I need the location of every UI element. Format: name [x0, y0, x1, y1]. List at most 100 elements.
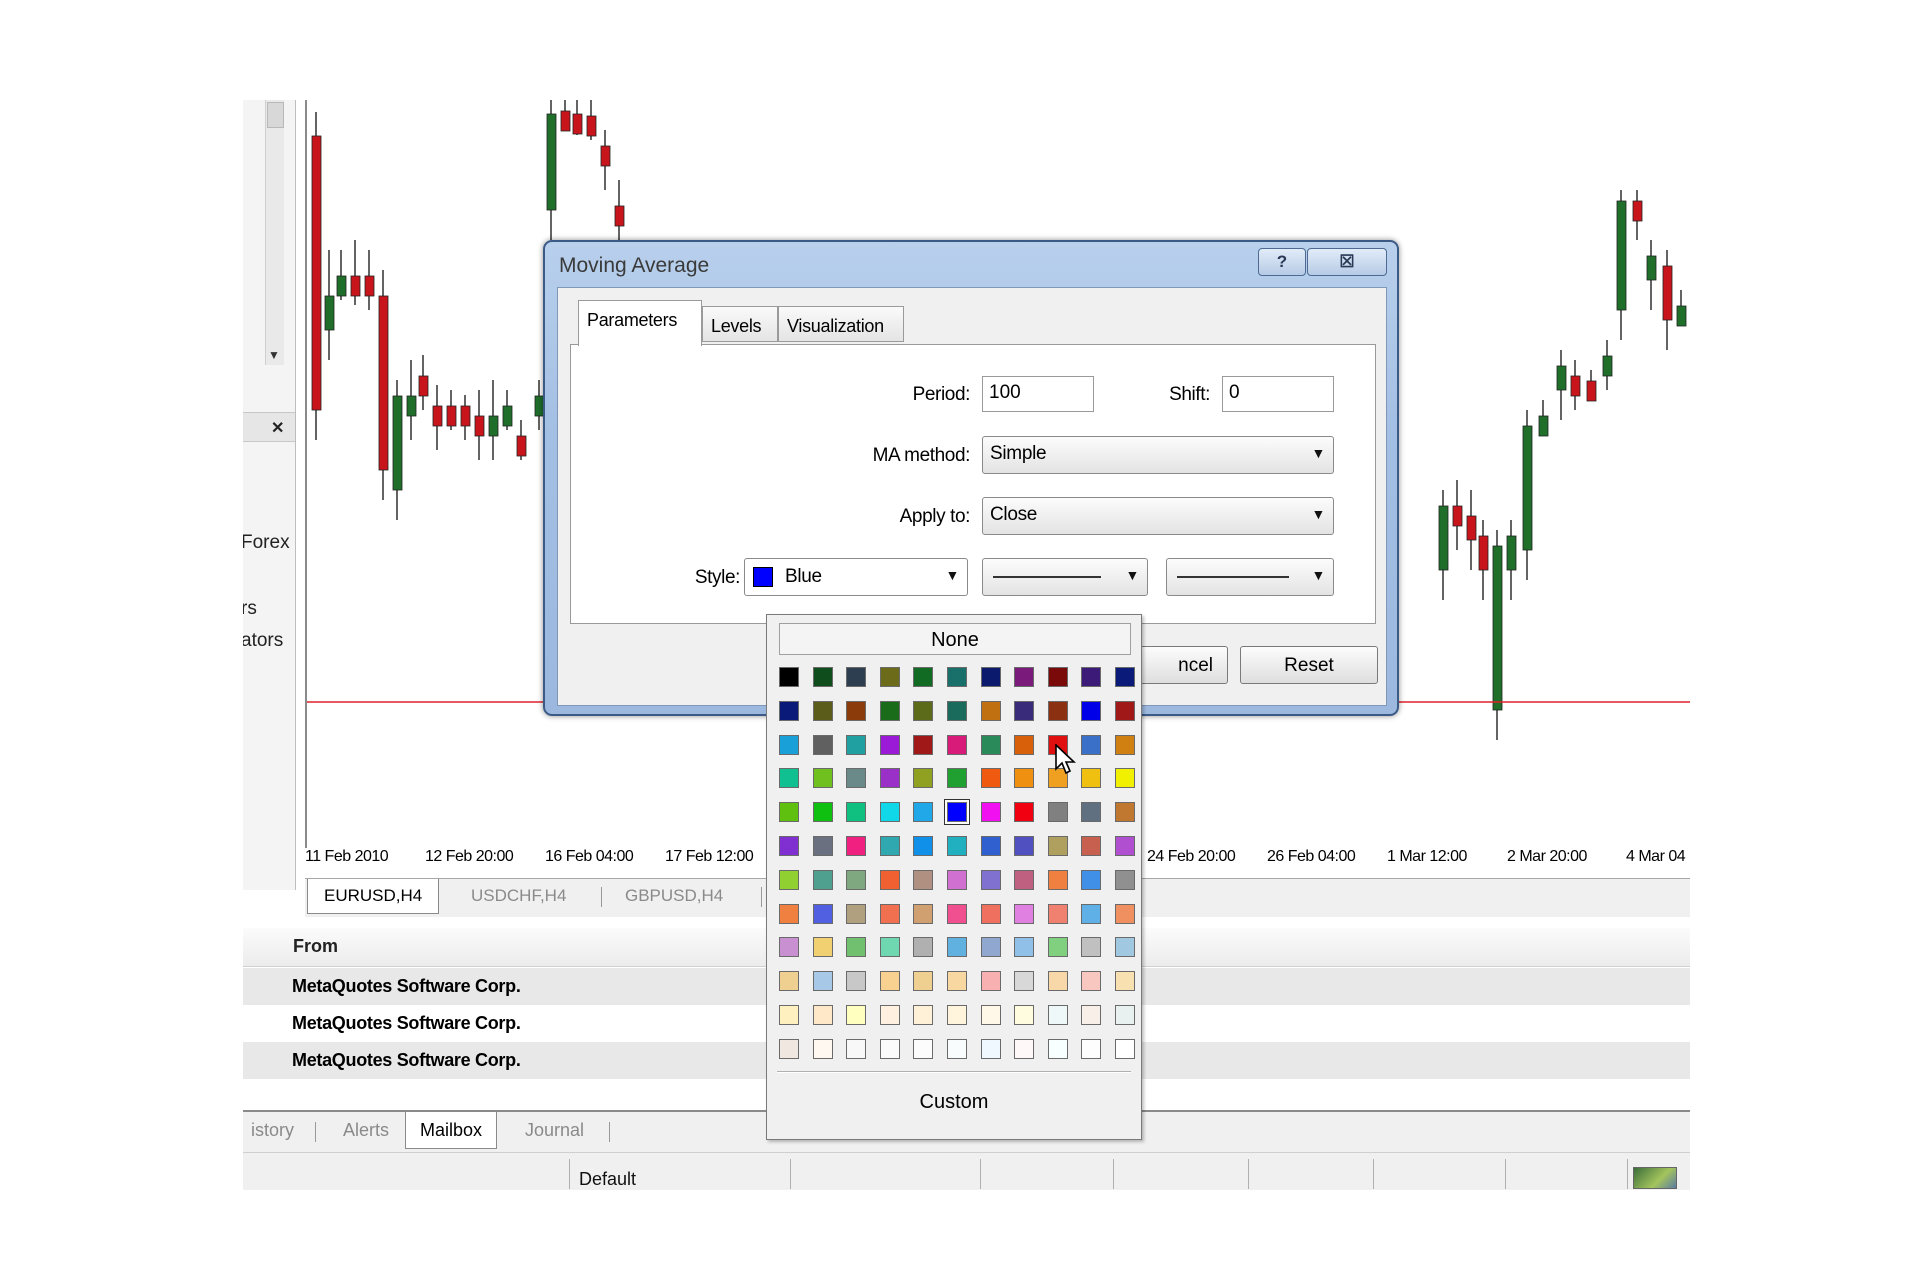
color-swatch-cell[interactable] [779, 971, 799, 992]
color-swatch-cell[interactable] [1081, 1038, 1102, 1059]
color-swatch-cell[interactable] [980, 700, 1001, 721]
color-swatch-cell[interactable] [913, 667, 934, 687]
color-swatch-cell[interactable] [913, 700, 934, 721]
color-swatch-cell[interactable] [846, 836, 867, 856]
color-swatch-cell[interactable] [779, 768, 799, 789]
color-swatch-cell[interactable] [779, 869, 799, 890]
apply-to-select[interactable]: Close ▼ [982, 497, 1334, 535]
color-swatch-cell[interactable] [1014, 971, 1035, 992]
color-swatch-cell[interactable] [812, 1038, 833, 1059]
color-swatch-cell[interactable] [846, 903, 867, 924]
color-swatch-cell[interactable] [947, 971, 967, 992]
color-swatch-cell[interactable] [846, 869, 867, 890]
color-swatch-cell[interactable] [1047, 1038, 1068, 1059]
tab-usdchf-h4[interactable]: USDCHF,H4 [455, 879, 582, 913]
color-swatch-cell[interactable] [879, 937, 900, 958]
color-swatch-cell[interactable] [1014, 836, 1035, 856]
color-swatch-cell[interactable] [1014, 1005, 1035, 1025]
color-swatch-cell[interactable] [947, 700, 967, 721]
color-swatch-cell[interactable] [1014, 734, 1035, 755]
color-swatch-cell[interactable] [1081, 836, 1102, 856]
tab-visualization[interactable]: Visualization [778, 306, 904, 342]
color-swatch-cell[interactable] [1047, 836, 1068, 856]
color-swatch-cell[interactable] [980, 667, 1001, 687]
color-swatch-cell[interactable] [913, 1005, 934, 1025]
color-swatch-cell[interactable] [1115, 700, 1135, 721]
color-swatch-cell[interactable] [812, 869, 833, 890]
color-swatch-cell[interactable] [1014, 802, 1035, 823]
custom-color-button[interactable]: Custom [767, 1091, 1141, 1114]
color-swatch-cell[interactable] [947, 734, 967, 755]
color-swatch-cell[interactable] [846, 768, 867, 789]
color-swatch-cell[interactable] [879, 802, 900, 823]
color-swatch-cell[interactable] [980, 1005, 1001, 1025]
color-swatch-cell[interactable] [812, 1005, 833, 1025]
color-swatch-cell[interactable] [1081, 1005, 1102, 1025]
color-swatch-cell[interactable] [913, 903, 934, 924]
color-swatch-cell[interactable] [812, 768, 833, 789]
tab-alerts[interactable]: Alerts [329, 1112, 403, 1148]
color-swatch-cell[interactable] [1014, 937, 1035, 958]
color-swatch-cell[interactable] [846, 667, 867, 687]
color-swatch-cell[interactable] [779, 802, 799, 823]
color-swatch-cell[interactable] [1115, 1038, 1135, 1059]
color-swatch-cell[interactable] [947, 869, 967, 890]
color-swatch-cell[interactable] [779, 836, 799, 856]
color-swatch-cell[interactable] [947, 667, 967, 687]
tab-history[interactable]: istory [243, 1112, 308, 1148]
color-swatch-cell[interactable] [1047, 700, 1068, 721]
color-swatch-cell[interactable] [1014, 869, 1035, 890]
color-swatch-cell[interactable] [812, 700, 833, 721]
color-swatch-cell[interactable] [1081, 768, 1102, 789]
close-icon[interactable]: ✕ [271, 418, 284, 438]
color-swatch-cell[interactable] [879, 667, 900, 687]
tab-eurusd-h4[interactable]: EURUSD,H4 [307, 879, 440, 914]
color-swatch-cell[interactable] [980, 971, 1001, 992]
color-swatch-cell[interactable] [1115, 768, 1135, 789]
color-swatch-cell[interactable] [1014, 700, 1035, 721]
color-swatch-cell[interactable] [980, 768, 1001, 789]
connection-status-icon[interactable] [1633, 1167, 1677, 1189]
color-swatch-cell[interactable] [913, 937, 934, 958]
period-input[interactable]: 100 [982, 376, 1094, 412]
style-color-select[interactable]: Blue ▼ [744, 558, 968, 596]
tab-gbpusd-h4[interactable]: GBPUSD,H4 [609, 879, 739, 913]
color-swatch-cell[interactable] [812, 937, 833, 958]
color-swatch-cell[interactable] [1115, 836, 1135, 856]
color-swatch-cell[interactable] [879, 768, 900, 789]
line-width-select[interactable]: ▼ [1166, 558, 1334, 596]
color-swatch-cell[interactable] [947, 768, 967, 789]
close-button[interactable]: ☒ [1307, 248, 1387, 276]
color-swatch-cell[interactable] [913, 734, 934, 755]
color-swatch-cell[interactable] [879, 734, 900, 755]
color-swatch-cell[interactable] [1081, 971, 1102, 992]
tab-journal[interactable]: Journal [511, 1112, 598, 1148]
color-swatch-cell[interactable] [1115, 802, 1135, 823]
color-swatch-cell[interactable] [1115, 971, 1135, 992]
scrollbar-thumb[interactable] [267, 102, 284, 128]
color-swatch-cell[interactable] [1047, 667, 1068, 687]
color-swatch-cell[interactable] [779, 903, 799, 924]
color-swatch-cell[interactable] [913, 802, 934, 823]
color-swatch-cell[interactable] [980, 903, 1001, 924]
shift-input[interactable]: 0 [1222, 376, 1334, 412]
column-from[interactable]: From [293, 936, 338, 957]
color-swatch-cell[interactable] [879, 869, 900, 890]
color-swatch-cell[interactable] [846, 734, 867, 755]
color-swatch-cell[interactable] [980, 869, 1001, 890]
tab-levels[interactable]: Levels [702, 306, 778, 342]
navigator-item-custom-indicators[interactable]: ators [243, 630, 283, 652]
color-swatch-cell[interactable] [779, 667, 799, 687]
navigator-item-forex[interactable]: Forex [243, 532, 290, 554]
color-swatch-cell[interactable] [779, 937, 799, 958]
ma-method-select[interactable]: Simple ▼ [982, 436, 1334, 474]
color-swatch-cell[interactable] [879, 700, 900, 721]
color-swatch-cell[interactable] [1115, 903, 1135, 924]
color-swatch-cell[interactable] [1047, 1005, 1068, 1025]
color-swatch-cell[interactable] [1081, 734, 1102, 755]
color-swatch-cell[interactable] [1014, 903, 1035, 924]
color-swatch-cell[interactable] [879, 836, 900, 856]
color-swatch-cell[interactable] [947, 1005, 967, 1025]
color-swatch-cell[interactable] [980, 836, 1001, 856]
color-swatch-cell[interactable] [1014, 667, 1035, 687]
